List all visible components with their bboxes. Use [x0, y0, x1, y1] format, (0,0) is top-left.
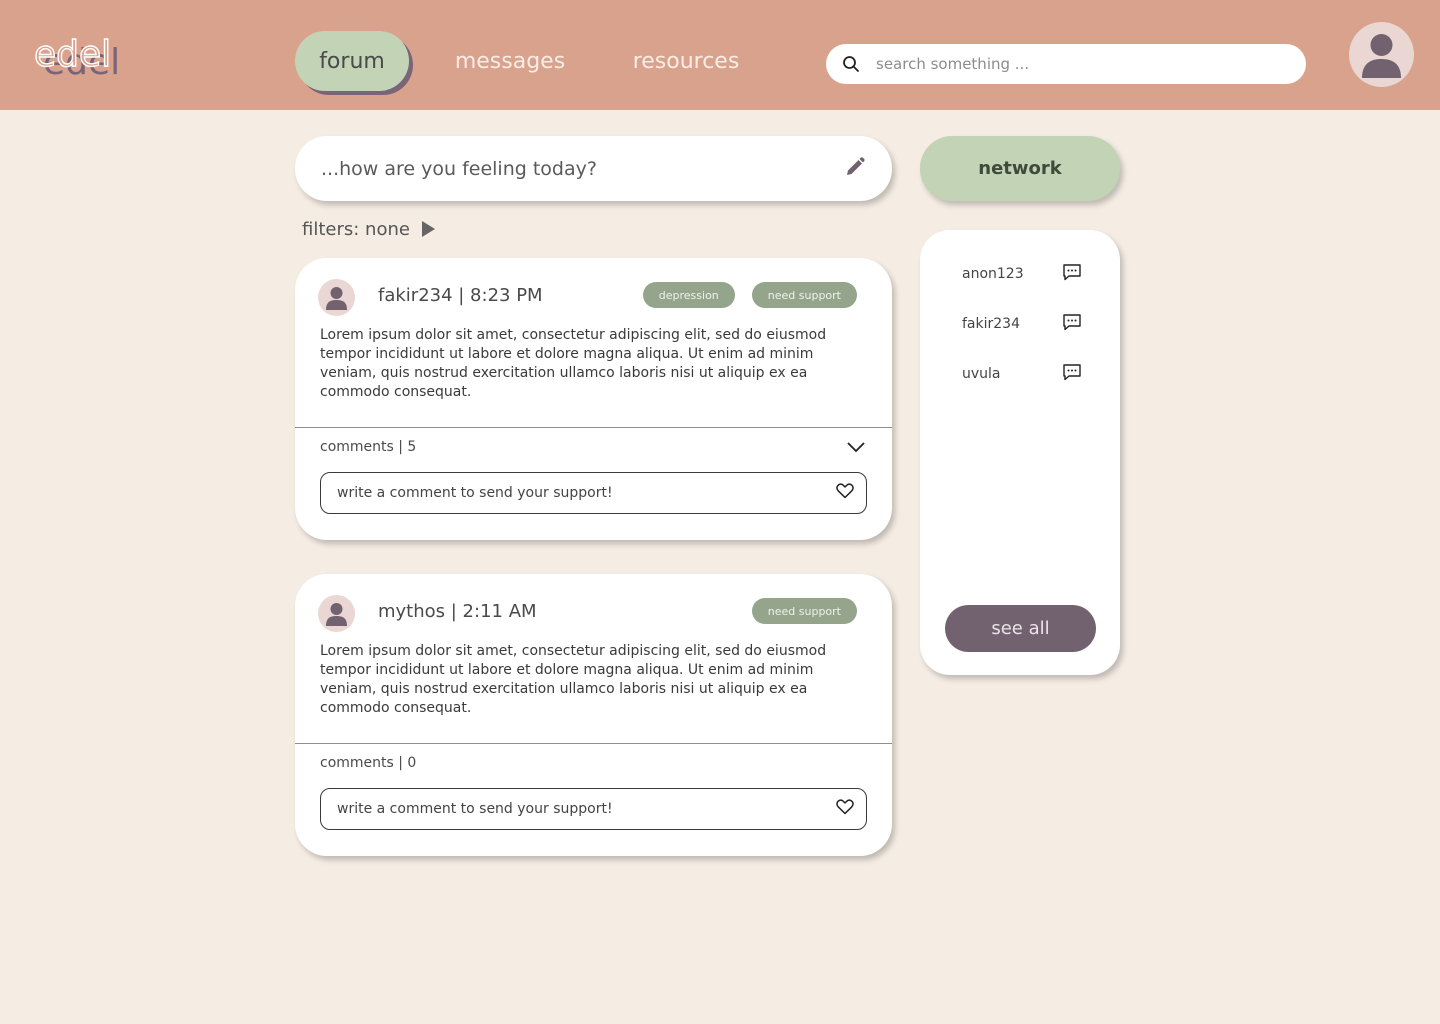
tab-forum[interactable]: forum	[295, 31, 409, 91]
post-author-time: mythos | 2:11 AM	[378, 601, 537, 622]
network-username: anon123	[962, 266, 1024, 282]
logo-text: edel	[33, 33, 112, 75]
post-body: Lorem ipsum dolor sit amet, consectetur …	[320, 643, 827, 716]
post-card: fakir234 | 8:23 PM depression need suppo…	[295, 258, 892, 540]
pencil-icon[interactable]	[844, 156, 866, 182]
tag-need-support[interactable]: need support	[751, 598, 857, 624]
comments-count[interactable]: comments | 5	[320, 439, 416, 455]
chevron-down-icon[interactable]	[846, 439, 866, 458]
chat-bubble-icon[interactable]	[1062, 313, 1082, 335]
network-panel: anon123 fakir234 uvula see all	[920, 230, 1120, 675]
tag-depression[interactable]: depression	[642, 282, 735, 308]
post-body: Lorem ipsum dolor sit amet, consectetur …	[320, 327, 827, 400]
user-icon	[1362, 34, 1401, 78]
network-user[interactable]: anon123	[962, 262, 1082, 286]
comment-field	[320, 788, 867, 830]
search-icon[interactable]	[826, 55, 876, 73]
heart-icon[interactable]	[836, 483, 854, 503]
filters-control[interactable]: filters: none	[302, 216, 435, 242]
compose-prompt: ...how are you feeling today?	[321, 157, 597, 180]
user-icon	[326, 287, 347, 310]
filters-label: filters: none	[302, 218, 410, 240]
network-button[interactable]: network	[920, 136, 1120, 201]
chat-bubble-icon[interactable]	[1062, 263, 1082, 285]
heart-icon[interactable]	[836, 799, 854, 819]
post-author-time: fakir234 | 8:23 PM	[378, 285, 543, 306]
network-user[interactable]: fakir234	[962, 312, 1082, 336]
comment-input[interactable]	[337, 801, 817, 817]
tag-need-support[interactable]: need support	[751, 282, 857, 308]
search-input[interactable]	[876, 55, 1276, 73]
tag-list: need support	[751, 598, 857, 624]
comments-count[interactable]: comments | 0	[320, 755, 416, 771]
play-icon[interactable]	[421, 221, 435, 237]
tab-resources[interactable]: resources	[628, 31, 744, 91]
top-header: edel edel forum messages resources	[0, 0, 1440, 110]
tab-messages[interactable]: messages	[452, 31, 568, 91]
network-user[interactable]: uvula	[962, 362, 1082, 386]
comment-field	[320, 472, 867, 514]
avatar[interactable]	[318, 279, 355, 316]
compose-bar[interactable]: ...how are you feeling today?	[295, 136, 892, 201]
chat-bubble-icon[interactable]	[1062, 363, 1082, 385]
network-username: uvula	[962, 366, 1001, 382]
divider	[295, 743, 892, 744]
search-bar	[826, 44, 1306, 84]
network-username: fakir234	[962, 316, 1020, 332]
see-all-button[interactable]: see all	[945, 605, 1096, 652]
tag-list: depression need support	[642, 282, 857, 308]
divider	[295, 427, 892, 428]
user-avatar[interactable]	[1349, 22, 1414, 87]
user-icon	[326, 603, 347, 626]
avatar[interactable]	[318, 595, 355, 632]
post-card: mythos | 2:11 AM need support Lorem ipsu…	[295, 574, 892, 856]
comment-input[interactable]	[337, 485, 817, 501]
logo[interactable]: edel edel	[33, 33, 134, 83]
